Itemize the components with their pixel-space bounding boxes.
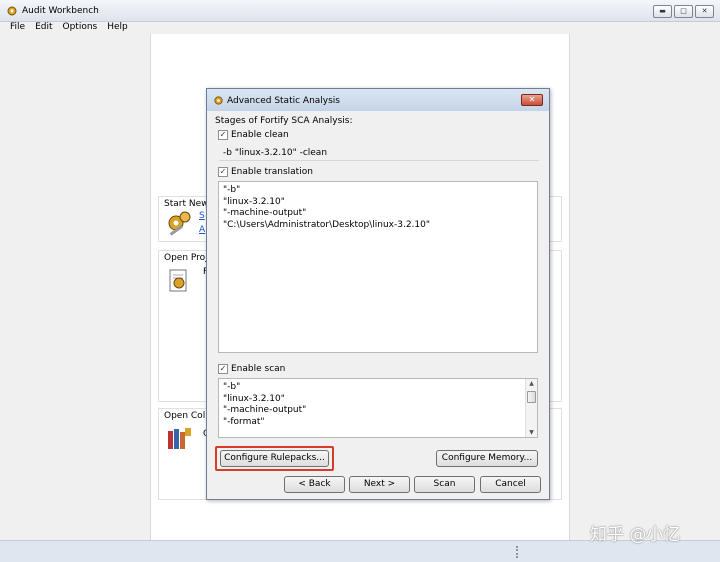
gears-icon xyxy=(168,211,191,236)
menu-options[interactable]: Options xyxy=(63,22,98,34)
books-icon xyxy=(168,428,191,449)
start-new-link-2[interactable]: A xyxy=(199,225,205,235)
maximize-button[interactable]: □ xyxy=(674,5,693,18)
enable-clean-label: Enable clean xyxy=(231,130,289,140)
close-button[interactable]: ✕ xyxy=(695,5,714,18)
app-icon xyxy=(7,6,17,16)
scroll-down-icon[interactable]: ▼ xyxy=(528,429,535,436)
scan-scrollbar[interactable]: ▲ ▼ xyxy=(525,379,537,437)
menu-bar: File Edit Options Help xyxy=(0,22,720,34)
watermark: 知乎 @小忆 xyxy=(590,525,681,545)
window-title: Audit Workbench xyxy=(22,6,99,16)
minimize-button[interactable]: ▬ xyxy=(653,5,672,18)
cancel-button[interactable]: Cancel xyxy=(480,476,541,493)
scan-args-textarea[interactable]: "-b" "linux-3.2.10" "-machine-output" "-… xyxy=(218,378,538,438)
back-button[interactable]: < Back xyxy=(284,476,345,493)
scan-line: "linux-3.2.10" xyxy=(223,393,285,404)
dialog-titlebar: Advanced Static Analysis ✕ xyxy=(207,89,549,111)
start-new-title: Start New xyxy=(164,199,212,209)
status-grip-icon xyxy=(516,546,519,558)
enable-scan-label: Enable scan xyxy=(231,364,286,374)
enable-scan-checkbox[interactable]: ✓ xyxy=(218,364,228,374)
configure-rulepacks-button[interactable]: Configure Rulepacks... xyxy=(220,450,329,467)
stages-label: Stages of Fortify SCA Analysis: xyxy=(215,116,353,126)
document-icon xyxy=(169,269,187,292)
enable-translation-checkbox[interactable]: ✓ xyxy=(218,167,228,177)
menu-file[interactable]: File xyxy=(10,22,25,34)
dialog-close-button[interactable]: ✕ xyxy=(521,94,543,106)
menu-help[interactable]: Help xyxy=(107,22,128,34)
configure-memory-button[interactable]: Configure Memory... xyxy=(436,450,538,467)
menu-edit[interactable]: Edit xyxy=(35,22,52,34)
translation-line: "C:\Users\Administrator\Desktop\linux-3.… xyxy=(223,219,431,230)
enable-clean-checkbox[interactable]: ✓ xyxy=(218,130,228,140)
scan-line: "-machine-output" xyxy=(223,405,307,415)
translation-line: "-machine-output" xyxy=(223,208,307,218)
start-new-link-1[interactable]: S xyxy=(199,211,205,221)
dialog-app-icon xyxy=(214,96,223,105)
scan-line: "-format" xyxy=(223,416,265,427)
clean-command-field[interactable]: -b "linux-3.2.10" -clean xyxy=(219,145,539,161)
advanced-static-analysis-dialog: Advanced Static Analysis ✕ Stages of For… xyxy=(206,88,550,500)
next-button[interactable]: Next > xyxy=(349,476,410,493)
scan-line: "-b" xyxy=(223,382,241,392)
translation-line: "linux-3.2.10" xyxy=(223,196,285,207)
scan-button[interactable]: Scan xyxy=(414,476,475,493)
enable-translation-label: Enable translation xyxy=(231,167,313,177)
window-titlebar: Audit Workbench ▬ □ ✕ xyxy=(0,0,720,22)
translation-line: "-b" xyxy=(223,185,241,195)
translation-args-textarea[interactable]: "-b" "linux-3.2.10" "-machine-output" "C… xyxy=(218,181,538,353)
dialog-body: Stages of Fortify SCA Analysis: ✓ Enable… xyxy=(207,111,549,499)
dialog-title: Advanced Static Analysis xyxy=(227,96,340,106)
scroll-thumb[interactable] xyxy=(527,391,536,403)
scroll-up-icon[interactable]: ▲ xyxy=(528,380,535,387)
